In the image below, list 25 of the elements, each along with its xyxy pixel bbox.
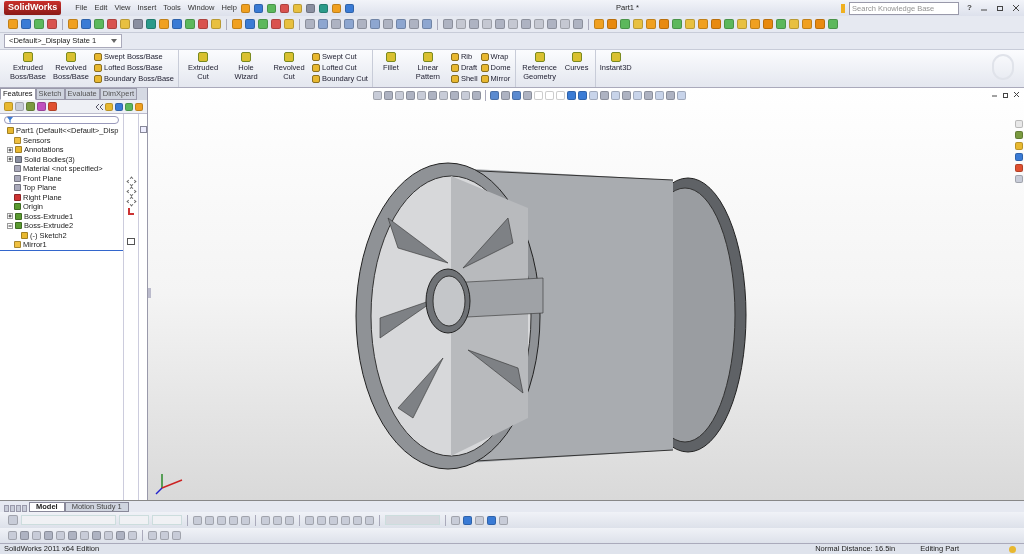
filter-icon xyxy=(7,117,13,123)
checkbox-icon xyxy=(139,126,147,133)
origin-icon xyxy=(128,208,134,215)
close-icon[interactable] xyxy=(1012,4,1020,12)
knowledge-base-icon xyxy=(841,3,846,13)
style-field[interactable] xyxy=(385,515,440,525)
height-field[interactable] xyxy=(152,515,182,525)
filter-field[interactable] xyxy=(4,116,119,124)
axis-triad-icon xyxy=(155,473,183,495)
expand-toggle-icon[interactable] xyxy=(7,156,13,163)
restore-icon[interactable] xyxy=(996,4,1004,12)
status-icon xyxy=(1009,545,1016,553)
close-icon[interactable] xyxy=(1013,91,1020,98)
help-button[interactable]: ? xyxy=(967,2,972,14)
app-logo[interactable]: SolidWorks xyxy=(4,1,62,15)
sketch-icon xyxy=(127,238,135,245)
collapse-toggle-icon[interactable] xyxy=(7,222,13,229)
restore-icon[interactable] xyxy=(1002,91,1009,98)
font-field[interactable] xyxy=(21,515,116,525)
collapse-arrows-icon[interactable] xyxy=(96,103,103,110)
dropdown-arrow-icon[interactable] xyxy=(111,39,117,43)
expand-toggle-icon[interactable] xyxy=(7,146,13,153)
expand-toggle-icon[interactable] xyxy=(7,213,13,220)
panel-splitter-handle[interactable] xyxy=(148,288,151,298)
size-field[interactable] xyxy=(119,515,149,525)
